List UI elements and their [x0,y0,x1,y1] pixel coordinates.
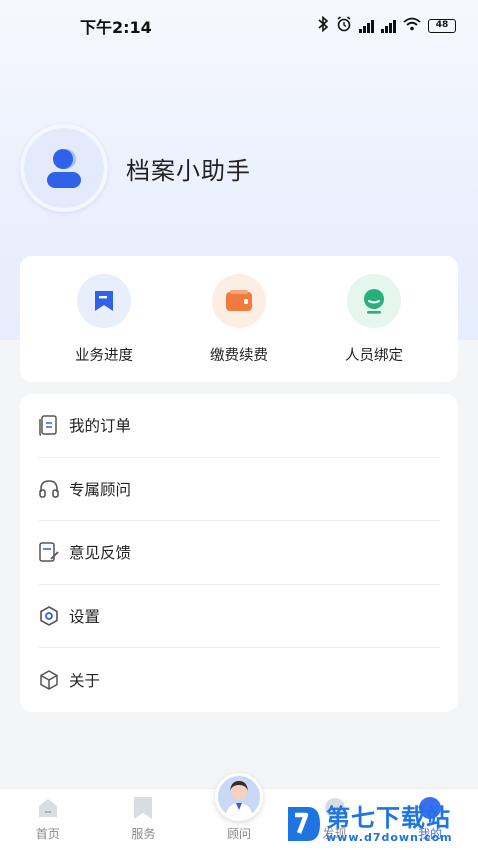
wallet-icon [212,274,266,328]
quick-action-label: 业务进度 [75,348,133,364]
wifi-icon [403,17,421,35]
signal-icon-sim1 [359,19,374,33]
menu-item-label: 设置 [69,607,101,626]
menu-item-settings[interactable]: 设置 [38,585,440,648]
quick-actions-card: 业务进度 缴费续费 人员绑定 [20,256,458,382]
feedback-edit-icon [38,541,60,563]
quick-action-person-bind[interactable]: 人员绑定 [314,274,434,382]
menu-item-feedback[interactable]: 意见反馈 [38,521,440,585]
watermark-title: 第七下载站 [326,803,451,832]
profile-name: 档案小助手 [126,156,251,185]
battery-icon: 48 [428,19,456,33]
status-bar: 下午2:14 48 [0,0,478,52]
menu-list: 我的订单 专属顾问 意见反馈 设置 关于 [20,394,458,712]
tab-label: 服务 [131,827,156,841]
menu-item-label: 关于 [69,671,101,690]
status-time: 下午2:14 [80,18,152,37]
bluetooth-icon [317,15,329,36]
alarm-icon [336,16,352,36]
headphones-icon [38,478,60,500]
profile-header: 档案小助手 [20,124,251,212]
menu-item-label: 意见反馈 [69,544,132,563]
quick-action-business-progress[interactable]: 业务进度 [44,274,164,382]
menu-item-about[interactable]: 关于 [38,648,440,712]
bookmark-icon [131,795,155,821]
watermark-url: www.d7down.com [326,830,453,844]
tab-service[interactable]: 服务 [103,795,183,842]
settings-hexagon-icon [38,605,60,627]
order-document-icon [38,414,60,436]
quick-action-label: 缴费续费 [210,348,268,364]
avatar[interactable] [20,124,108,212]
d7down-logo-icon [288,807,320,841]
watermark: 第七下载站 www.d7down.com [284,800,453,848]
tab-label: 顾问 [226,827,251,841]
bookmark-flag-icon [77,274,131,328]
quick-action-label: 人员绑定 [345,348,403,364]
menu-item-exclusive-advisor[interactable]: 专属顾问 [38,458,440,521]
advisor-avatar [214,773,263,821]
tab-advisor[interactable]: 顾问 [199,773,279,842]
person-bind-icon [347,274,401,328]
home-icon [36,795,60,821]
status-icons: 48 [317,15,456,36]
menu-item-label: 我的订单 [69,417,132,436]
menu-item-label: 专属顾问 [69,480,132,499]
user-avatar-icon [47,149,81,188]
quick-action-payment-renewal[interactable]: 缴费续费 [179,274,299,382]
tab-label: 首页 [35,827,60,841]
cube-icon [38,669,60,691]
tab-home[interactable]: 首页 [8,795,88,842]
menu-item-my-orders[interactable]: 我的订单 [38,394,440,458]
signal-icon-sim2 [381,19,396,33]
